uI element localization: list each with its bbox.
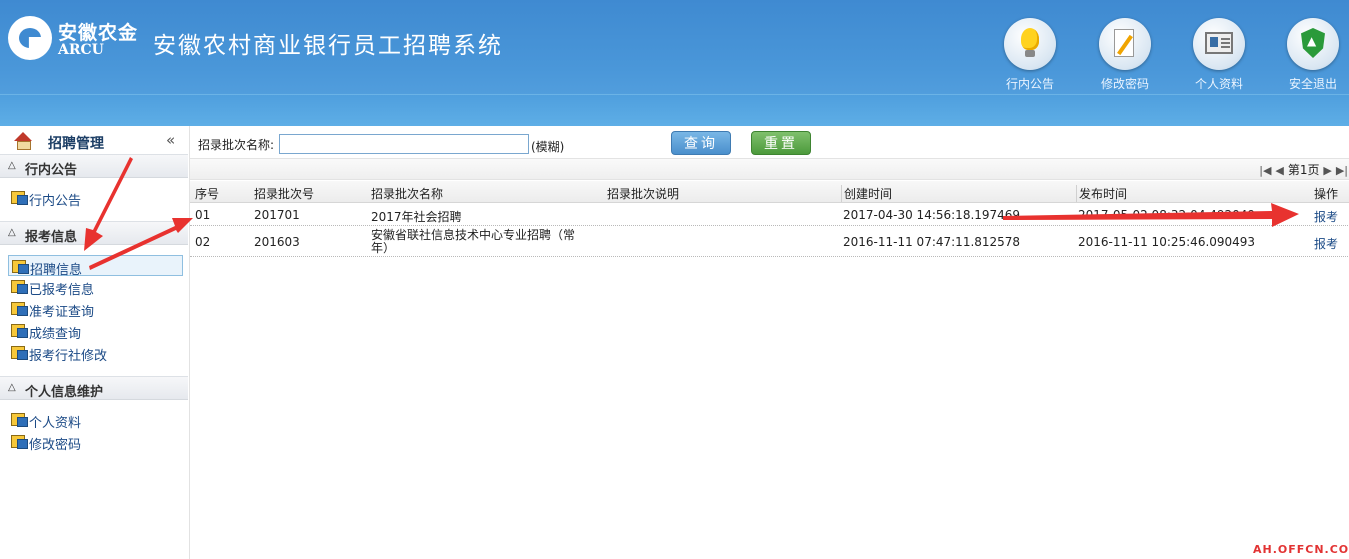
sidebar-item-change-password[interactable]: 修改密码 bbox=[8, 431, 183, 453]
nav-profile[interactable]: 个人资料 bbox=[1183, 18, 1255, 92]
menu-item-icon bbox=[12, 260, 29, 274]
cell-batch-no: 201603 bbox=[254, 235, 300, 249]
sidebar-item-label: 个人资料 bbox=[29, 416, 82, 431]
section-announcements[interactable]: △ 行内公告 bbox=[0, 154, 188, 178]
section-title: 个人信息维护 bbox=[25, 385, 104, 400]
sidebar-title: 招聘管理 bbox=[48, 136, 104, 152]
sidebar-item-label: 准考证查询 bbox=[29, 305, 95, 320]
sidebar-item-admission-ticket[interactable]: 准考证查询 bbox=[8, 298, 183, 320]
menu-item-icon bbox=[11, 280, 28, 294]
sidebar-item-score-query[interactable]: 成绩查询 bbox=[8, 320, 183, 342]
apply-link[interactable]: 报考 bbox=[1314, 235, 1338, 252]
main-content: 招录批次名称: (模糊) 查询 重置 |◀ ◀ 第1页 ▶ ▶| 序号 招录批次号 招… bbox=[189, 126, 1349, 559]
header-band bbox=[0, 94, 1349, 126]
sidebar-item-label: 成绩查询 bbox=[29, 327, 82, 342]
pager: |◀ ◀ 第1页 ▶ ▶| bbox=[1259, 161, 1349, 178]
column-header: 招录批次说明 bbox=[607, 187, 680, 201]
sidebar-item-recruitment-info[interactable]: 招聘信息 bbox=[8, 255, 183, 278]
sidebar: 招聘管理 « △ 行内公告 行内公告 △ 报考信息 招聘信息 已报考信息 准考证… bbox=[0, 126, 188, 559]
column-header: 操作 bbox=[1314, 187, 1339, 201]
first-page-icon[interactable]: |◀ bbox=[1259, 164, 1271, 177]
batch-name-label: 招录批次名称: bbox=[198, 138, 275, 152]
sidebar-header: 招聘管理 « bbox=[0, 128, 188, 154]
prev-page-icon[interactable]: ◀ bbox=[1275, 164, 1283, 177]
sidebar-item-change-branch[interactable]: 报考行社修改 bbox=[8, 342, 183, 364]
section-application-info[interactable]: △ 报考信息 bbox=[0, 221, 188, 245]
column-header: 招录批次号 bbox=[254, 187, 315, 201]
collapse-triangle-icon: △ bbox=[8, 227, 16, 238]
menu-item-icon bbox=[11, 435, 28, 449]
next-page-icon[interactable]: ▶ bbox=[1323, 164, 1331, 177]
table-header: 序号 招录批次号 招录批次名称 招录批次说明 创建时间 发布时间 操作 bbox=[190, 181, 1349, 203]
fuzzy-hint: (模糊) bbox=[531, 140, 565, 154]
id-card-icon bbox=[1193, 18, 1245, 70]
sidebar-item-label: 已报考信息 bbox=[29, 283, 95, 298]
cell-published-time: 2016-11-11 10:25:46.090493 bbox=[1078, 235, 1256, 249]
column-header: 创建时间 bbox=[841, 185, 892, 202]
collapse-sidebar-button[interactable]: « bbox=[166, 131, 175, 149]
menu-item-icon bbox=[11, 324, 28, 338]
column-header: 发布时间 bbox=[1076, 185, 1127, 202]
cell-published-time: 2017-05-02 08:32:04.492049 bbox=[1078, 208, 1256, 222]
arcu-logo-icon bbox=[8, 16, 52, 60]
logo-english-name: ARCU bbox=[58, 42, 104, 58]
query-button[interactable]: 查询 bbox=[671, 131, 731, 155]
nav-logout[interactable]: 安全退出 bbox=[1277, 18, 1349, 92]
nav-logout-label: 安全退出 bbox=[1288, 77, 1337, 91]
cell-batch-name: 2017年社会招聘 bbox=[371, 210, 462, 224]
sidebar-item-label: 行内公告 bbox=[29, 194, 82, 209]
section-title: 报考信息 bbox=[25, 230, 78, 245]
nav-profile-label: 个人资料 bbox=[1194, 77, 1243, 91]
menu-item-icon bbox=[11, 346, 28, 360]
nav-announcements-label: 行内公告 bbox=[1005, 77, 1054, 91]
cell-batch-name: 安徽省联社信息技术中心专业招聘（常年） bbox=[371, 228, 576, 255]
app-header: 安徽农金 ARCU 安徽农村商业银行员工招聘系统 行内公告 修改密码 个人资料 … bbox=[0, 0, 1349, 126]
home-icon bbox=[14, 132, 32, 150]
batch-name-input[interactable] bbox=[279, 134, 529, 154]
sidebar-item-announcements[interactable]: 行内公告 bbox=[8, 187, 183, 209]
sidebar-item-profile[interactable]: 个人资料 bbox=[8, 409, 183, 431]
collapse-triangle-icon: △ bbox=[8, 382, 16, 393]
sidebar-item-label: 修改密码 bbox=[29, 438, 82, 453]
menu-item-icon bbox=[11, 302, 28, 316]
page-indicator: 第1页 bbox=[1287, 163, 1320, 177]
section-personal-info[interactable]: △ 个人信息维护 bbox=[0, 376, 188, 400]
column-header: 招录批次名称 bbox=[371, 187, 444, 201]
collapse-triangle-icon: △ bbox=[8, 160, 16, 171]
cell-index: 01 bbox=[195, 208, 211, 222]
watermark: AH.OFFCN.COM bbox=[1253, 543, 1349, 556]
nav-change-password-label: 修改密码 bbox=[1100, 77, 1149, 91]
last-page-icon[interactable]: ▶| bbox=[1336, 164, 1348, 177]
cell-index: 02 bbox=[195, 235, 211, 249]
notepad-pencil-icon bbox=[1099, 18, 1151, 70]
cell-batch-no: 201701 bbox=[254, 208, 300, 222]
nav-announcements[interactable]: 行内公告 bbox=[994, 18, 1066, 92]
sidebar-item-label: 报考行社修改 bbox=[29, 349, 108, 364]
nav-change-password[interactable]: 修改密码 bbox=[1089, 18, 1161, 92]
cell-created-time: 2016-11-11 07:47:11.812578 bbox=[843, 235, 1021, 249]
apply-link[interactable]: 报考 bbox=[1314, 208, 1338, 225]
reset-button[interactable]: 重置 bbox=[751, 131, 811, 155]
cell-created-time: 2017-04-30 14:56:18.197469 bbox=[843, 208, 1021, 222]
lightbulb-icon bbox=[1004, 18, 1056, 70]
pager-bar: |◀ ◀ 第1页 ▶ ▶| bbox=[190, 158, 1349, 180]
shield-exit-icon bbox=[1287, 18, 1339, 70]
system-title: 安徽农村商业银行员工招聘系统 bbox=[153, 33, 503, 59]
logo-chinese-name: 安徽农金 bbox=[58, 22, 139, 44]
sidebar-item-applied-info[interactable]: 已报考信息 bbox=[8, 276, 183, 298]
section-title: 行内公告 bbox=[25, 163, 78, 178]
menu-item-icon bbox=[11, 413, 28, 427]
menu-item-icon bbox=[11, 191, 28, 205]
table-row: 02 201603 安徽省联社信息技术中心专业招聘（常年） 2016-11-11… bbox=[190, 227, 1349, 257]
table-row: 01 201701 2017年社会招聘 2017-04-30 14:56:18.… bbox=[190, 204, 1349, 226]
column-header: 序号 bbox=[195, 187, 220, 201]
